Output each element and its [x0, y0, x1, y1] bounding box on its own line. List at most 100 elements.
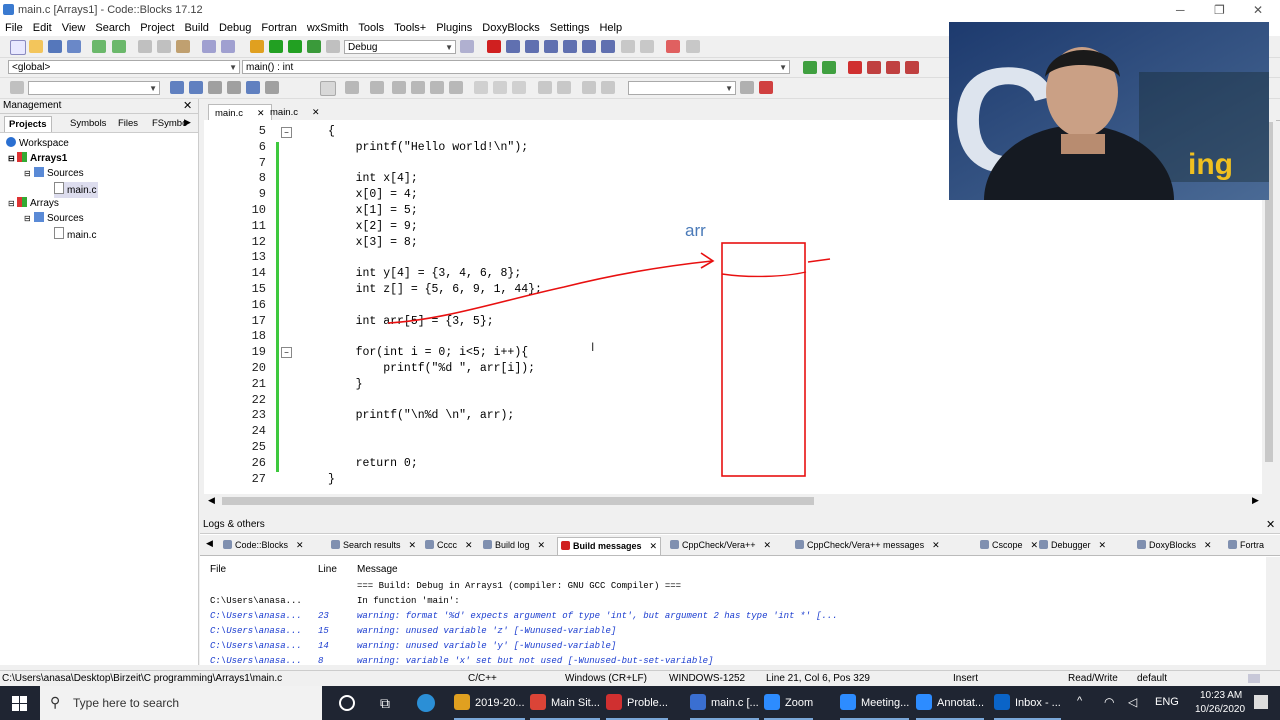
column-header-line[interactable]: Line — [318, 564, 337, 575]
jump-back-icon[interactable] — [803, 61, 817, 74]
uncomment-icon[interactable] — [345, 81, 359, 94]
close-icon[interactable]: ✕ — [183, 99, 192, 113]
match-icon[interactable] — [246, 81, 260, 94]
menu-plugins[interactable]: Plugins — [431, 20, 477, 36]
find-icon[interactable] — [202, 40, 216, 53]
log-tab[interactable]: Search results ✕ — [328, 537, 419, 554]
tab-files[interactable]: Files — [114, 116, 142, 131]
new-file-icon[interactable] — [10, 40, 26, 55]
menu-search[interactable]: Search — [90, 20, 135, 36]
menu-settings[interactable]: Settings — [545, 20, 595, 36]
collapse-icon[interactable]: ⊟ — [24, 212, 34, 226]
task-view-icon[interactable]: ⧉ — [380, 695, 390, 712]
rebuild-icon[interactable] — [307, 40, 321, 53]
stop-icon[interactable] — [640, 40, 654, 53]
search-combo[interactable]: ▼ — [28, 81, 160, 95]
next-instruction-icon[interactable] — [582, 40, 596, 53]
function-select[interactable]: main() : int ▼ — [242, 60, 790, 74]
zoom-in-icon[interactable] — [538, 81, 552, 94]
tree-workspace[interactable]: Workspace — [6, 137, 69, 151]
menu-doxyblocks[interactable]: DoxyBlocks — [477, 20, 544, 36]
select-icon[interactable] — [227, 81, 241, 94]
log-tab[interactable]: Build messages ✕ — [557, 537, 662, 555]
block-icon-3[interactable] — [512, 81, 526, 94]
minimize-button[interactable]: ─ — [1176, 3, 1185, 17]
box-comment-icon[interactable] — [411, 81, 425, 94]
tree-folder-sources[interactable]: ⊟ Sources — [24, 212, 84, 226]
copy-icon[interactable] — [157, 40, 171, 53]
bookmark-toggle-icon[interactable] — [848, 61, 862, 74]
unindent-icon[interactable] — [449, 81, 463, 94]
menu-fortran[interactable]: Fortran — [256, 20, 301, 36]
taskbar-app[interactable]: Inbox - ... — [994, 686, 1061, 720]
taskbar-app[interactable]: Annotat... — [916, 686, 985, 720]
menu-wxsmith[interactable]: wxSmith — [302, 20, 354, 36]
close-icon[interactable]: ✕ — [409, 540, 417, 550]
compiler-icon[interactable] — [10, 81, 24, 94]
log-file-cell[interactable]: C:\Users\anasa... — [210, 626, 302, 636]
build-icon[interactable] — [250, 40, 264, 53]
tab-scroll-icon[interactable]: ▶ — [184, 117, 191, 128]
log-tab[interactable]: Fortra — [1225, 537, 1267, 554]
log-msg-cell[interactable]: === Build: Debug in Arrays1 (compiler: G… — [357, 581, 681, 591]
tree-project-arrays1[interactable]: ⊟ Arrays1 — [8, 152, 67, 166]
close-icon[interactable]: ✕ — [312, 107, 320, 117]
menu-file[interactable]: File — [0, 20, 28, 36]
tab-symbols[interactable]: Symbols — [66, 116, 110, 131]
cortana-icon[interactable] — [339, 695, 355, 711]
logs-scrollbar[interactable] — [1266, 557, 1280, 665]
menu-help[interactable]: Help — [594, 20, 627, 36]
tab-main-c[interactable]: main.c ✕ — [208, 104, 272, 121]
column-header-message[interactable]: Message — [357, 564, 398, 575]
close-icon[interactable]: ✕ — [465, 540, 473, 550]
tray-chevron-icon[interactable]: ^ — [1077, 695, 1082, 707]
menu-view[interactable]: View — [57, 20, 91, 36]
log-line-cell[interactable]: 14 — [318, 641, 329, 651]
log-msg-cell[interactable]: warning: unused variable 'z' [-Wunused-v… — [357, 626, 616, 636]
close-icon[interactable]: ✕ — [296, 540, 304, 550]
log-tab[interactable]: Code::Blocks ✕ — [220, 537, 307, 554]
refresh-icon[interactable] — [601, 81, 615, 94]
log-tab[interactable]: CppCheck/Vera++ messages ✕ — [792, 537, 943, 554]
log-line-cell[interactable]: 15 — [318, 626, 329, 636]
step-out-icon[interactable] — [563, 40, 577, 53]
tab-scroll-left-icon[interactable]: ◀ — [206, 538, 213, 549]
settings-icon[interactable] — [759, 81, 773, 94]
comment-icon[interactable] — [320, 81, 336, 96]
log-tab[interactable]: DoxyBlocks ✕ — [1134, 537, 1215, 554]
notification-icon[interactable] — [1254, 695, 1268, 709]
collapse-icon[interactable]: ⊟ — [8, 197, 17, 211]
tree-file-main-c[interactable]: main.c — [54, 227, 96, 243]
edge-icon[interactable] — [417, 694, 435, 712]
language-indicator[interactable]: ENG — [1155, 696, 1179, 708]
block-icon-1[interactable] — [474, 81, 488, 94]
menu-debug[interactable]: Debug — [214, 20, 256, 36]
log-tab[interactable]: Cscope ✕ — [977, 537, 1041, 554]
build-run-icon[interactable] — [288, 40, 302, 53]
step-instruction-icon[interactable] — [601, 40, 615, 53]
windows-start-icon[interactable] — [12, 696, 27, 711]
save-icon[interactable] — [48, 40, 62, 53]
toggle-comment-icon[interactable] — [370, 81, 384, 94]
scroll-left-icon[interactable]: ◀ — [208, 495, 215, 506]
log-msg-cell[interactable]: warning: unused variable 'y' [-Wunused-v… — [357, 641, 616, 651]
jump-forward-icon[interactable] — [822, 61, 836, 74]
target-options-icon[interactable] — [460, 40, 474, 53]
log-tab[interactable]: Debugger ✕ — [1036, 537, 1109, 554]
scroll-thumb[interactable] — [222, 497, 814, 505]
taskbar-app[interactable]: main.c [... — [690, 686, 759, 720]
log-file-cell[interactable]: C:\Users\anasa... — [210, 596, 302, 606]
search-icon[interactable] — [740, 81, 754, 94]
close-button[interactable]: ✕ — [1253, 3, 1263, 17]
close-icon[interactable]: ✕ — [650, 541, 658, 551]
log-tab[interactable]: CppCheck/Vera++ ✕ — [667, 537, 774, 554]
menu-edit[interactable]: Edit — [28, 20, 57, 36]
log-line-cell[interactable]: 23 — [318, 611, 329, 621]
close-icon[interactable]: ✕ — [1099, 540, 1107, 550]
clock-time[interactable]: 10:23 AM — [1200, 690, 1242, 701]
log-file-cell[interactable]: C:\Users\anasa... — [210, 656, 302, 666]
cut-icon[interactable] — [138, 40, 152, 53]
log-file-cell[interactable]: C:\Users\anasa... — [210, 641, 302, 651]
menu-build[interactable]: Build — [179, 20, 213, 36]
menu-project[interactable]: Project — [135, 20, 179, 36]
